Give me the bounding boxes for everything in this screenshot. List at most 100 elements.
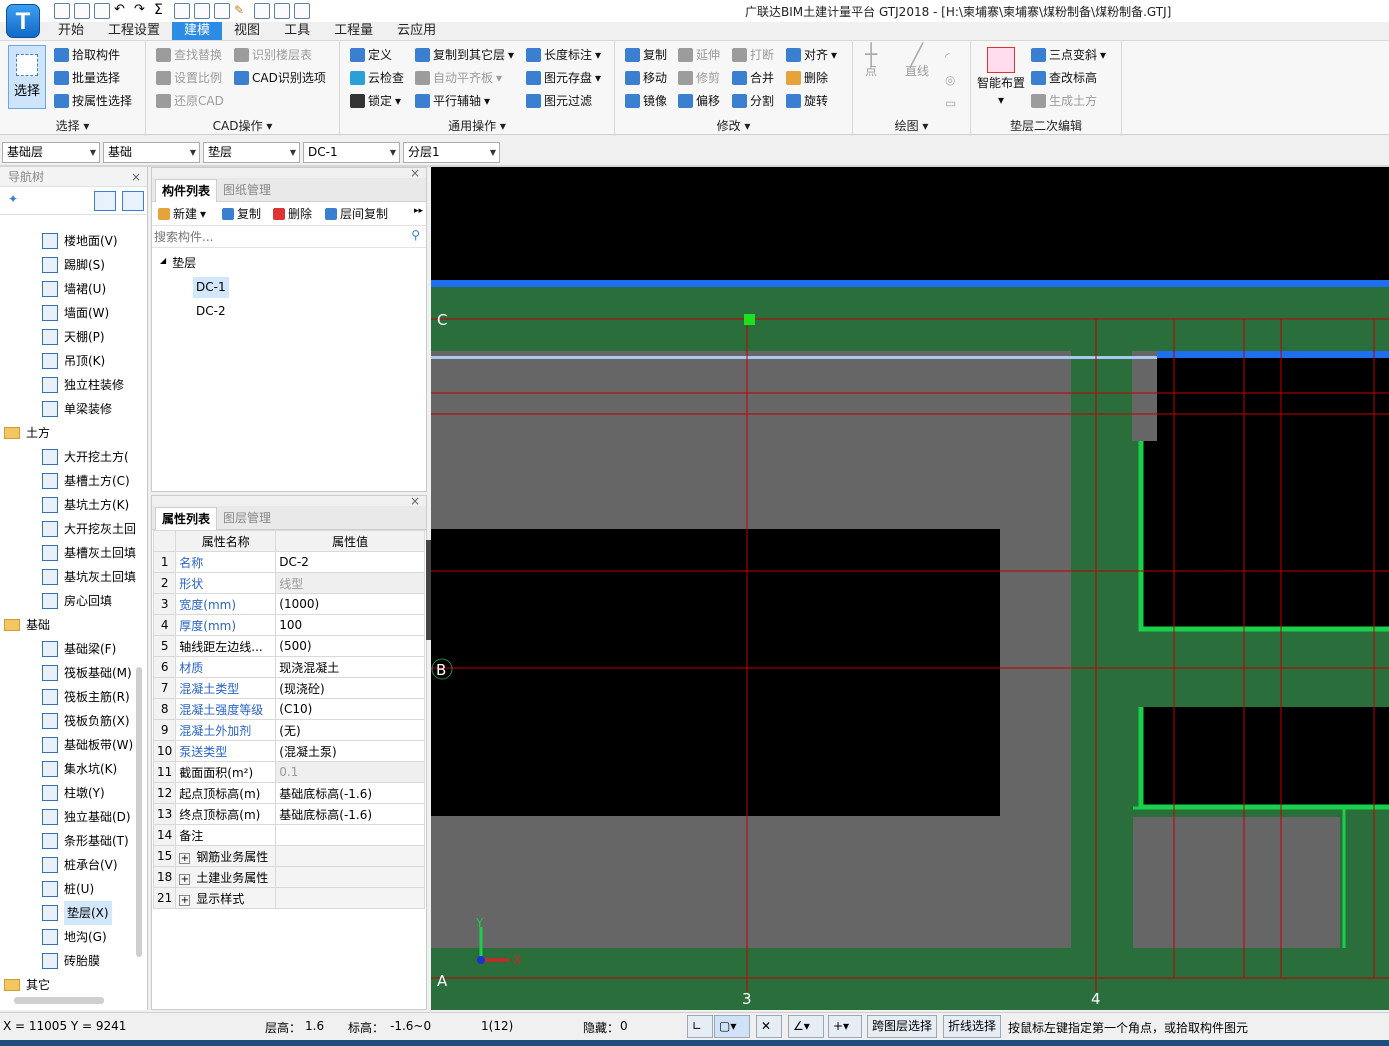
new-component-button[interactable]: 新建 ▾ <box>158 204 206 224</box>
dynamic-input-toggle[interactable]: +▾ <box>828 1015 862 1038</box>
nav-item[interactable]: 独立基础(D) <box>42 805 131 829</box>
nav-item[interactable]: 楼地面(V) <box>42 229 118 253</box>
drawing-canvas[interactable]: C B A 3 4 Y X <box>431 167 1389 1010</box>
property-row[interactable]: 7 混凝土类型 (现浇砼) <box>152 677 425 699</box>
nav-item[interactable]: 单梁装修 <box>42 397 112 421</box>
break-button[interactable]: 打断 <box>732 45 774 65</box>
close-icon[interactable]: × <box>131 167 141 187</box>
offset-button[interactable]: 偏移 <box>678 91 720 111</box>
nav-item[interactable]: 独立柱装修 <box>42 373 124 397</box>
splitter-handle[interactable] <box>426 540 431 640</box>
merge-button[interactable]: 合并 <box>732 68 774 88</box>
rect-button[interactable]: ▭ <box>945 93 956 113</box>
property-value[interactable]: (无) <box>275 719 425 741</box>
nav-item[interactable]: 墙裙(U) <box>42 277 106 301</box>
select-by-property-button[interactable]: 按属性选择 <box>54 91 132 111</box>
property-value[interactable]: 100 <box>275 614 425 636</box>
property-row[interactable]: 4 厚度(mm) 100 <box>152 614 425 636</box>
floor-combo[interactable]: 基础层 ▼ <box>2 142 100 163</box>
cloud-check-button[interactable]: 云检查 <box>350 68 404 88</box>
undo-icon[interactable]: ↶ <box>114 3 130 19</box>
nav-item[interactable]: 筏板主筋(R) <box>42 685 130 709</box>
nav-item[interactable]: 房心回填 <box>42 589 112 613</box>
nav-item[interactable]: 柱墩(Y) <box>42 781 105 805</box>
property-row[interactable]: 21 + 显示样式 <box>152 887 425 909</box>
split-button[interactable]: 分割 <box>732 91 774 111</box>
nav-item[interactable]: 基础板带(W) <box>42 733 133 757</box>
nav-scrollbar[interactable] <box>136 667 142 957</box>
delete-component-button[interactable]: 删除 <box>273 204 312 224</box>
tab-start[interactable]: 开始 <box>46 22 96 40</box>
group-label-draw[interactable]: 绘图 ▾ <box>853 117 970 134</box>
tab-layer-management[interactable]: 图层管理 <box>217 507 277 530</box>
property-value[interactable]: 现浇混凝土 <box>275 656 425 678</box>
expand-icon[interactable]: + <box>179 873 191 885</box>
cross-layer-select-button[interactable]: 跨图层选择 <box>867 1015 938 1038</box>
property-row[interactable]: 12 起点顶标高(m) 基础底标高(-1.6) <box>152 782 425 804</box>
check-elevation-button[interactable]: 查改标高 <box>1031 68 1097 88</box>
property-value[interactable]: (C10) <box>275 698 425 720</box>
batch-select-button[interactable]: 批量选择 <box>54 68 120 88</box>
blue-element-top[interactable] <box>431 280 1389 287</box>
property-value[interactable]: (1000) <box>275 593 425 615</box>
property-value[interactable]: 基础底标高(-1.6) <box>275 782 425 804</box>
property-row[interactable]: 10 泵送类型 (混凝土泵) <box>152 740 425 762</box>
nav-item[interactable]: 吊顶(K) <box>42 349 105 373</box>
element-save-button[interactable]: 图元存盘 ▾ <box>526 68 601 88</box>
component-item-dc1[interactable]: DC-1 <box>193 277 229 298</box>
expand-icon[interactable]: + <box>179 852 191 864</box>
nav-item[interactable]: 条形基础(T) <box>42 829 129 853</box>
blue-element-right[interactable] <box>1157 351 1389 358</box>
nav-item[interactable]: 砖胎膜 <box>42 949 100 973</box>
nav-item[interactable]: 踢脚(S) <box>42 253 105 277</box>
property-value[interactable]: 线型 <box>275 572 425 594</box>
nav-folder[interactable]: 基础 <box>4 613 50 637</box>
tab-cloud[interactable]: 云应用 <box>385 22 448 40</box>
doc-icon[interactable] <box>274 3 290 19</box>
component-type-combo[interactable]: 垫层 ▼ <box>203 142 300 163</box>
property-value[interactable]: DC-2 <box>275 551 425 573</box>
nav-item[interactable]: 基坑灰土回填 <box>42 565 136 589</box>
interfloor-copy-button[interactable]: 层间复制 <box>325 204 388 224</box>
grey-column[interactable] <box>1132 351 1157 441</box>
more-icon[interactable]: ▸▸ <box>414 206 423 216</box>
property-row[interactable]: 3 宽度(mm) (1000) <box>152 593 425 615</box>
identify-floor-table-button[interactable]: 识别楼层表 <box>234 45 312 65</box>
open-folder-icon[interactable] <box>74 3 90 19</box>
auto-align-slab-button[interactable]: 自动平齐板 ▾ <box>415 68 502 88</box>
angle-toggle[interactable]: ∠▾ <box>788 1015 824 1038</box>
sum-icon[interactable]: Σ <box>154 3 170 19</box>
tab-view[interactable]: 视图 <box>222 22 272 40</box>
group-label-select[interactable]: 选择 ▾ <box>0 117 145 134</box>
property-value[interactable]: (500) <box>275 635 425 657</box>
nav-item[interactable]: 基础梁(F) <box>42 637 116 661</box>
tab-drawing-management[interactable]: 图纸管理 <box>217 179 277 202</box>
nav-item[interactable]: 集水坑(K) <box>42 757 117 781</box>
copy-component-button[interactable]: 复制 <box>222 204 261 224</box>
property-value[interactable]: (混凝土泵) <box>275 740 425 762</box>
element-filter-button[interactable]: 图元过滤 <box>526 91 592 111</box>
grey-block-lower-right[interactable] <box>1133 817 1340 948</box>
tab-quantities[interactable]: 工程量 <box>322 22 385 40</box>
nav-item[interactable]: 地沟(G) <box>42 925 107 949</box>
set-scale-button[interactable]: 设置比例 <box>156 68 222 88</box>
nav-item[interactable]: 基坑土方(K) <box>42 493 129 517</box>
property-row[interactable]: 8 混凝土强度等级 (C10) <box>152 698 425 720</box>
polyline-select-button[interactable]: 折线选择 <box>943 1015 1002 1038</box>
redo-icon[interactable]: ↷ <box>134 3 150 19</box>
property-row[interactable]: 2 形状 线型 <box>152 572 425 594</box>
find-replace-button[interactable]: 查找替换 <box>156 45 222 65</box>
select-button[interactable]: 选择 <box>8 45 46 109</box>
close-icon[interactable]: × <box>410 163 420 183</box>
nav-item[interactable]: 桩承台(V) <box>42 853 118 877</box>
mirror-button[interactable]: 镜像 <box>625 91 667 111</box>
new-file-icon[interactable] <box>54 3 70 19</box>
group-label-modify[interactable]: 修改 ▾ <box>615 117 852 134</box>
property-row[interactable]: 14 备注 <box>152 824 425 846</box>
report-icon[interactable] <box>194 3 210 19</box>
rotate-button[interactable]: 旋转 <box>786 91 828 111</box>
copy-button[interactable]: 复制 <box>625 45 667 65</box>
expand-icon[interactable]: ✦ <box>8 192 18 206</box>
app-logo[interactable]: T <box>6 4 40 38</box>
line-button[interactable]: ╱ 直线 <box>905 44 929 99</box>
